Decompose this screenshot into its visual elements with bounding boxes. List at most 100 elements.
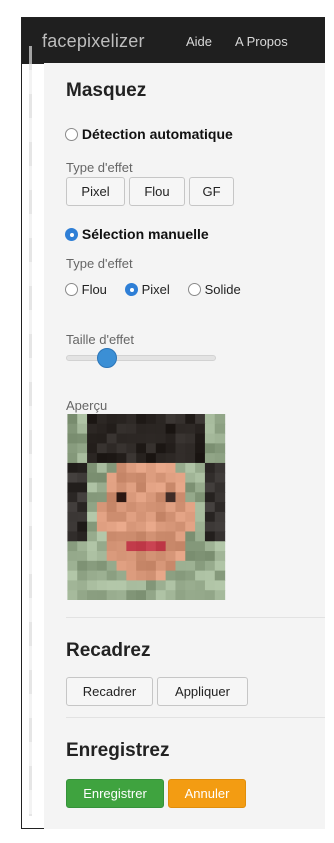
effect-size-slider-track[interactable]	[66, 355, 216, 361]
crop-button[interactable]: Recadrer	[66, 677, 153, 706]
section-divider	[66, 717, 325, 718]
preview-pixel	[195, 472, 206, 484]
preview-pixel	[146, 443, 157, 454]
preview-pixel	[67, 502, 78, 513]
preview-pixel	[136, 433, 147, 444]
preview-pixel	[175, 414, 186, 425]
preview-pixel	[136, 551, 147, 562]
preview-pixel	[77, 462, 88, 474]
preview-pixel	[155, 580, 167, 591]
auto-pixel-button[interactable]: Pixel	[66, 177, 125, 206]
auto-gf-button[interactable]: GF	[189, 177, 234, 206]
auto-detection-radio[interactable]: Détection automatique	[65, 126, 233, 142]
preview-pixel	[116, 560, 127, 572]
preview-pixel	[155, 511, 167, 523]
preview-pixel	[116, 482, 127, 493]
preview-pixel	[214, 433, 226, 444]
preview-pixel	[146, 414, 157, 425]
preview-pixel	[204, 511, 216, 523]
preview-pixel	[67, 551, 78, 562]
cancel-button[interactable]: Annuler	[168, 779, 246, 808]
radio-icon	[65, 128, 78, 141]
preview-pixel	[106, 433, 118, 444]
preview-pixel	[87, 482, 98, 493]
preview-pixel	[116, 502, 127, 513]
preview-pixel	[175, 541, 186, 552]
preview-pixel	[96, 511, 108, 523]
preview-pixel	[165, 551, 177, 562]
preview-pixel	[67, 580, 78, 591]
preview-pixel	[116, 492, 127, 503]
preview-pixel	[185, 472, 196, 484]
preview-pixel	[214, 551, 226, 562]
preview-pixel	[195, 531, 206, 542]
preview-pixel	[204, 423, 216, 435]
preview-pixel	[204, 541, 216, 552]
preview-pixel	[146, 570, 157, 582]
preview-pixel	[126, 423, 137, 435]
manual-selection-label: Sélection manuelle	[81, 226, 209, 242]
preview-pixel	[195, 560, 206, 572]
preview-pixel	[146, 541, 157, 552]
preview-pixel	[136, 414, 147, 425]
preview-pixel	[87, 560, 98, 572]
preview-pixel	[126, 443, 137, 454]
preview-pixel	[185, 453, 196, 464]
preview-pixel	[195, 453, 206, 464]
preview-pixel	[106, 462, 118, 474]
preview-pixel	[214, 462, 226, 474]
preview-pixel	[87, 551, 98, 562]
save-button[interactable]: Enregistrer	[66, 779, 164, 808]
preview-pixel	[77, 580, 88, 591]
radio-icon	[188, 283, 201, 296]
preview-pixel	[136, 580, 147, 591]
preview-pixel	[185, 580, 196, 591]
effect-option-flou[interactable]: Flou	[65, 282, 107, 297]
preview-pixel	[126, 462, 137, 474]
preview-pixel	[165, 531, 177, 542]
preview-pixel	[116, 453, 127, 464]
preview-pixel	[96, 502, 108, 513]
preview-pixel	[155, 414, 167, 425]
preview-pixel	[77, 414, 88, 425]
preview-pixel	[116, 433, 127, 444]
preview-pixel	[136, 472, 147, 484]
preview-pixel	[136, 560, 147, 572]
radio-selected-icon	[65, 228, 78, 241]
preview-pixel	[87, 414, 98, 425]
preview-pixel	[185, 492, 196, 503]
preview-pixel	[116, 443, 127, 454]
preview-pixel	[136, 492, 147, 503]
effect-option-solide[interactable]: Solide	[188, 282, 241, 297]
preview-pixel	[175, 462, 186, 474]
preview-pixel	[214, 580, 226, 591]
preview-pixel	[77, 492, 88, 503]
effect-option-pixel[interactable]: Pixel	[125, 282, 170, 297]
preview-pixel	[126, 580, 137, 591]
preview-pixel	[126, 551, 137, 562]
manual-selection-radio[interactable]: Sélection manuelle	[65, 226, 209, 242]
preview-pixel	[195, 521, 206, 533]
preview-pixel	[87, 521, 98, 533]
preview-pixel	[67, 462, 78, 474]
preview-pixel	[204, 414, 216, 425]
apply-button[interactable]: Appliquer	[157, 677, 248, 706]
preview-pixel	[204, 502, 216, 513]
preview-pixel	[87, 502, 98, 513]
auto-blur-button[interactable]: Flou	[129, 177, 185, 206]
preview-pixel	[155, 502, 167, 513]
preview-pixel	[175, 433, 186, 444]
preview-pixel	[136, 502, 147, 513]
preview-pixel	[77, 453, 88, 464]
effect-size-slider-thumb[interactable]	[97, 348, 117, 368]
preview-pixel	[67, 443, 78, 454]
preview-pixel	[165, 511, 177, 523]
preview-pixel	[96, 580, 108, 591]
preview-pixel	[204, 590, 216, 600]
preview-pixel	[185, 560, 196, 572]
auto-effect-type-label: Type d'effet	[66, 160, 133, 175]
preview-pixel	[175, 560, 186, 572]
preview-pixel	[67, 590, 78, 600]
preview-pixel	[214, 531, 226, 542]
preview-pixel	[165, 492, 177, 503]
